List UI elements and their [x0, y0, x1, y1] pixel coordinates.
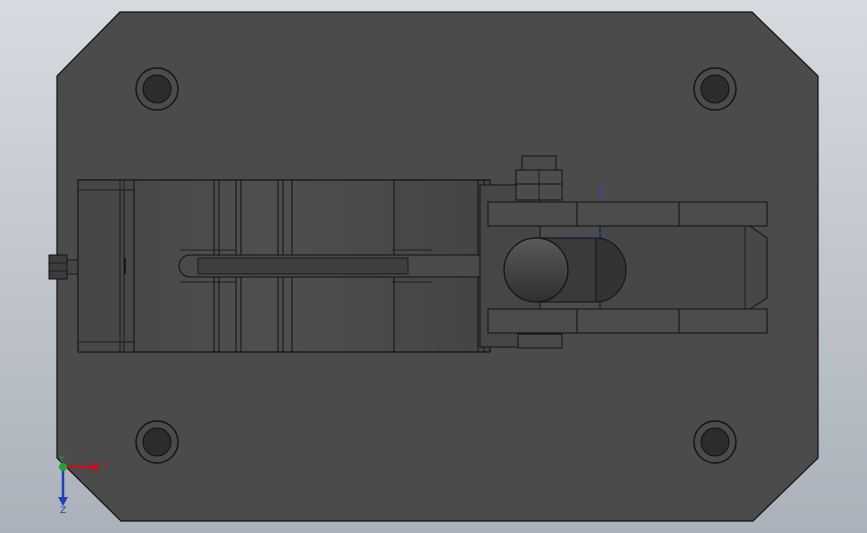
triad-x-label: x [104, 460, 110, 470]
triad-y-label: Y [58, 455, 65, 465]
roller[interactable] [503, 237, 627, 303]
model-view[interactable]: x Y Z [0, 0, 867, 533]
triad-z-label: Z [60, 506, 66, 516]
graphics-viewport[interactable]: x Y Z [0, 0, 867, 533]
